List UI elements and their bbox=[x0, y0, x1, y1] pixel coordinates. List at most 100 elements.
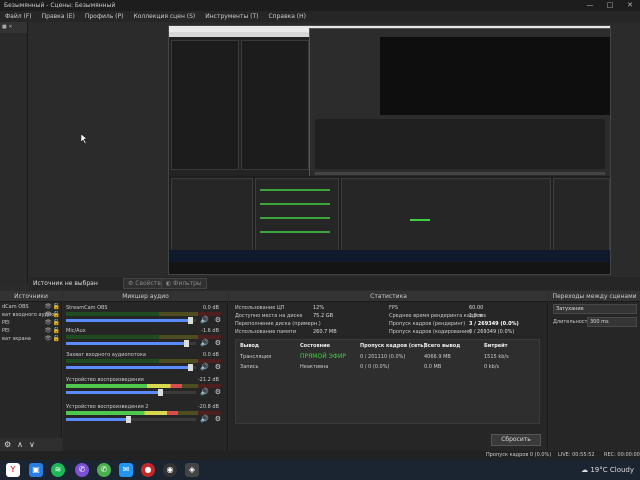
media-icon[interactable]: ● bbox=[141, 463, 155, 477]
windows-taskbar: Y ▣ ≋ ✆ ✆ ✉ ● ◉ ◈ ☁ 19°C Cloudy bbox=[0, 460, 640, 480]
weather-widget[interactable]: ☁ 19°C Cloudy bbox=[581, 460, 634, 480]
settings-icon[interactable]: ⚙ bbox=[4, 438, 11, 451]
lock-icon[interactable]: 🔓 bbox=[53, 303, 60, 311]
slider-knob[interactable] bbox=[158, 389, 163, 396]
table-cell: 4066.9 MB bbox=[424, 354, 451, 360]
mixer-channel: Захват входного аудиопотока 0.0 dB 🔊 ⚙ bbox=[65, 352, 225, 375]
lock-icon[interactable]: 🔓 bbox=[53, 327, 60, 335]
gear-icon[interactable]: ⚙ bbox=[215, 415, 221, 423]
volume-slider[interactable] bbox=[66, 389, 196, 396]
lock-icon[interactable]: 🔓 bbox=[53, 335, 60, 343]
filters-button[interactable]: ◐ Фильтры bbox=[161, 278, 207, 289]
slider-fill bbox=[66, 342, 186, 345]
source-toolbar: Источник не выбран ⚙ Свойства ◐ Фильтры bbox=[29, 277, 640, 290]
rec-timer: REC: 00:00:00 bbox=[604, 452, 640, 458]
lock-icon[interactable]: 🔓 bbox=[53, 311, 60, 319]
minimize-button[interactable]: — bbox=[580, 0, 600, 11]
memory-label: Использование памяти bbox=[235, 329, 297, 335]
yandex-browser-icon[interactable]: Y bbox=[6, 463, 20, 477]
close-button[interactable]: ✕ bbox=[620, 0, 640, 11]
move-down-icon[interactable]: ∨ bbox=[29, 438, 35, 451]
source-item[interactable]: ват входного аудио 👁 🔓 bbox=[0, 311, 62, 319]
transitions-header: Переходы между сценами bbox=[549, 291, 640, 302]
reset-button[interactable]: Сбросить bbox=[491, 434, 541, 446]
slider-fill bbox=[66, 391, 160, 394]
window-controls: — □ ✕ bbox=[580, 0, 640, 11]
volume-slider[interactable] bbox=[66, 317, 196, 324]
eye-icon[interactable]: 👁 bbox=[44, 303, 52, 311]
disk-label: Доступно места на диске bbox=[235, 313, 303, 319]
sources-list: dCam OBS 👁 🔓 ват входного аудио 👁 🔓 PEI 👁 🔓 PE… bbox=[0, 303, 62, 343]
menu-help[interactable]: Справка (H) bbox=[263, 11, 311, 22]
slider-fill bbox=[66, 366, 190, 369]
nested-preview bbox=[380, 37, 610, 115]
source-item[interactable]: dCam OBS 👁 🔓 bbox=[0, 303, 62, 311]
speaker-icon[interactable]: 🔊 bbox=[200, 388, 209, 396]
slider-knob[interactable] bbox=[184, 340, 189, 347]
preview-pane-controls bbox=[553, 178, 610, 258]
chat-icon[interactable]: ✉ bbox=[119, 463, 133, 477]
volume-slider[interactable] bbox=[66, 416, 196, 423]
nested-mixer bbox=[315, 119, 605, 169]
scenes-dock: ■ ✕ bbox=[0, 22, 28, 284]
mouse-cursor-icon bbox=[81, 134, 88, 144]
missed-render-value: 3 / 269349 (0.0%) bbox=[469, 321, 519, 327]
transition-select[interactable]: Затухание bbox=[553, 304, 637, 314]
table-cell: Неактивна bbox=[300, 364, 329, 370]
volume-slider[interactable] bbox=[66, 340, 196, 347]
viber-icon[interactable]: ✆ bbox=[75, 463, 89, 477]
menu-tools[interactable]: Инструменты (T) bbox=[200, 11, 263, 22]
source-item[interactable]: PEI 👁 🔓 bbox=[0, 319, 62, 327]
channel-db: -1.6 dB bbox=[201, 328, 219, 334]
live-timer: LIVE: 00:55:52 bbox=[558, 452, 595, 458]
overflow-label: Переполнение диска (примерн.) bbox=[235, 321, 321, 327]
maximize-button[interactable]: □ bbox=[600, 0, 620, 11]
slider-knob[interactable] bbox=[126, 416, 131, 423]
mixer-channel: Устройство воспроизведения 2 -20.8 dB 🔊 ⚙ bbox=[65, 404, 225, 427]
dropped-frames-status: Пропуск кадров 0 (0.0%) bbox=[486, 452, 552, 458]
menu-edit[interactable]: Правка (E) bbox=[37, 11, 80, 22]
volume-meter bbox=[66, 384, 221, 388]
messenger-icon[interactable]: ▣ bbox=[29, 463, 43, 477]
eye-icon[interactable]: 👁 bbox=[44, 311, 52, 319]
channel-name: Устройство воспроизведения bbox=[66, 377, 144, 383]
gear-icon[interactable]: ⚙ bbox=[215, 388, 221, 396]
source-item[interactable]: ват экрана 👁 🔓 bbox=[0, 335, 62, 343]
game-app-icon[interactable]: ◈ bbox=[185, 463, 199, 477]
gear-icon[interactable]: ⚙ bbox=[215, 339, 221, 347]
menu-profile[interactable]: Профиль (P) bbox=[80, 11, 129, 22]
menu-scene-collection[interactable]: Коллекция сцен (S) bbox=[128, 11, 200, 22]
fps-label: FPS bbox=[389, 305, 399, 311]
lock-icon[interactable]: 🔓 bbox=[53, 319, 60, 327]
sources-toolbar: ⚙ ∧ ∨ bbox=[0, 438, 62, 451]
move-up-icon[interactable]: ∧ bbox=[17, 438, 23, 451]
eye-icon[interactable]: 👁 bbox=[44, 319, 52, 327]
slider-knob[interactable] bbox=[188, 317, 193, 324]
speaker-icon[interactable]: 🔊 bbox=[200, 316, 209, 324]
gear-icon[interactable]: ⚙ bbox=[215, 316, 221, 324]
eye-icon[interactable]: 👁 bbox=[44, 335, 52, 343]
speaker-icon[interactable]: 🔊 bbox=[200, 339, 209, 347]
channel-name: Устройство воспроизведения 2 bbox=[66, 404, 149, 410]
gear-icon[interactable]: ⚙ bbox=[215, 363, 221, 371]
slider-knob[interactable] bbox=[188, 364, 193, 371]
preview-pane-sources bbox=[171, 178, 253, 258]
speaker-icon[interactable]: 🔊 bbox=[200, 415, 209, 423]
program-preview[interactable] bbox=[168, 25, 611, 275]
duration-input[interactable]: 300 ms bbox=[587, 317, 637, 327]
spotify-icon[interactable]: ≋ bbox=[51, 463, 65, 477]
whatsapp-icon[interactable]: ✆ bbox=[97, 463, 111, 477]
preview-taskbar bbox=[169, 250, 610, 262]
render-time-value: 1.9 ms bbox=[469, 313, 487, 319]
preview-screen-top bbox=[169, 26, 610, 196]
obs-icon[interactable]: ◉ bbox=[163, 463, 177, 477]
mixer-channel: Устройство воспроизведения -21.2 dB 🔊 ⚙ bbox=[65, 377, 225, 400]
eye-icon[interactable]: 👁 bbox=[44, 327, 52, 335]
source-item[interactable]: PEI 👁 🔓 bbox=[0, 327, 62, 335]
menu-file[interactable]: Файл (F) bbox=[0, 11, 37, 22]
volume-slider[interactable] bbox=[66, 364, 196, 371]
fps-value: 60.00 bbox=[469, 305, 484, 311]
no-source-label: Источник не выбран bbox=[33, 280, 98, 287]
speaker-icon[interactable]: 🔊 bbox=[200, 363, 209, 371]
channel-db: 0.0 dB bbox=[202, 352, 219, 358]
